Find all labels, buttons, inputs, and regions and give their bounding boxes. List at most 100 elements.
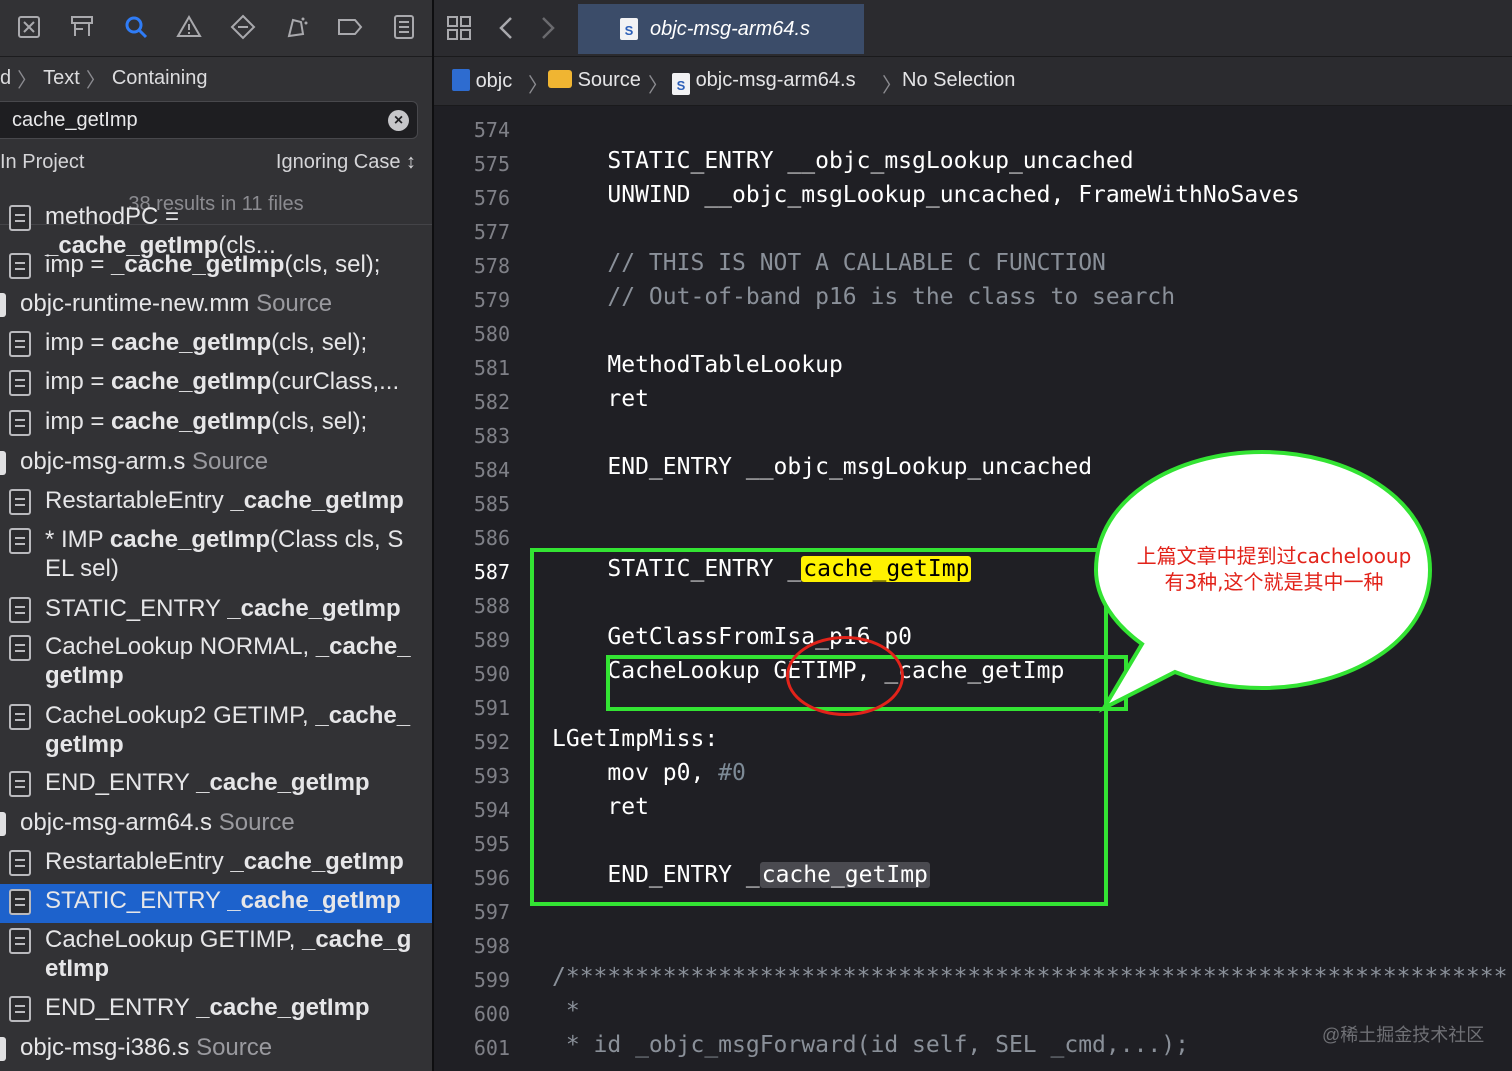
code-text: ret bbox=[552, 386, 649, 412]
file-name: objc-runtime-new.mm bbox=[20, 290, 250, 317]
result-line[interactable]: STATIC_ENTRY _cache_getImp bbox=[0, 592, 432, 630]
issues-icon[interactable] bbox=[174, 12, 204, 42]
code-line: // THIS IS NOT A CALLABLE C FUNCTION bbox=[552, 250, 1106, 276]
result-line-text: imp = cache_getImp(curClass,... bbox=[45, 367, 416, 396]
source-line-icon bbox=[9, 635, 31, 661]
result-line[interactable]: RestartableEntry _cache_getImp bbox=[0, 484, 432, 523]
report-icon[interactable] bbox=[389, 12, 419, 42]
hierarchy-icon[interactable] bbox=[67, 12, 97, 42]
result-prefix: CacheLookup2 GETIMP, bbox=[45, 702, 316, 729]
file-icon bbox=[0, 293, 6, 317]
search-query[interactable]: cache_getImp bbox=[12, 109, 138, 132]
line-number: 599 bbox=[473, 968, 510, 992]
result-continuation: etImp bbox=[45, 955, 110, 982]
result-line[interactable]: RestartableEntry _cache_getImp bbox=[0, 845, 432, 884]
result-line[interactable]: END_ENTRY _cache_getImp bbox=[0, 766, 432, 805]
result-line[interactable]: imp = cache_getImp(curClass,... bbox=[0, 365, 432, 404]
bubble-text: 上篇文章中提到过cachelooup 有3种,这个就是其中一种 bbox=[1124, 543, 1424, 595]
result-match: _cache_getImp bbox=[230, 487, 404, 514]
breakpoint-icon[interactable] bbox=[335, 12, 365, 42]
result-line[interactable]: CacheLookup2 GETIMP, _cache_ getImp bbox=[0, 699, 432, 767]
line-number: 581 bbox=[473, 356, 510, 380]
code-text: // THIS IS NOT A CALLABLE C FUNCTION bbox=[552, 250, 1106, 276]
find-navigator: d 〉 Text 〉 Containing cache_getImp × In … bbox=[0, 0, 432, 1071]
result-line[interactable]: imp = _cache_getImp(cls, sel); bbox=[0, 248, 432, 287]
find-path-segment[interactable]: d bbox=[0, 67, 11, 90]
result-prefix: RestartableEntry bbox=[45, 848, 231, 875]
jumpbar-project[interactable]: objc bbox=[452, 69, 512, 93]
back-arrow-icon[interactable] bbox=[492, 13, 522, 43]
result-prefix: CacheLookup NORMAL, bbox=[45, 633, 316, 660]
jumpbar-file[interactable]: S objc-msg-arm64.s bbox=[672, 69, 856, 95]
source-line-icon bbox=[9, 996, 31, 1022]
jump-bar: objc 〉 Source 〉 S objc-msg-arm64.s 〉 No … bbox=[434, 57, 1512, 106]
line-number: 592 bbox=[473, 730, 510, 754]
project-navigator-icon[interactable] bbox=[14, 12, 44, 42]
tests-icon[interactable] bbox=[228, 12, 258, 42]
result-prefix: imp = bbox=[45, 251, 112, 278]
line-number: 595 bbox=[473, 832, 510, 856]
result-line-text: CacheLookup2 GETIMP, _cache_ getImp bbox=[45, 701, 416, 759]
result-suffix: (cls, sel); bbox=[271, 329, 368, 356]
result-file[interactable]: objc-msg-i386.s Source bbox=[0, 1031, 432, 1070]
result-line[interactable]: CacheLookup GETIMP, _cache_g etImp bbox=[0, 923, 432, 991]
source-line-icon bbox=[9, 410, 31, 436]
forward-arrow-icon[interactable] bbox=[532, 13, 562, 43]
result-line[interactable]: END_ENTRY _cache_getImp bbox=[0, 991, 432, 1030]
find-path-segment[interactable]: Text bbox=[43, 67, 80, 90]
jumpbar-folder[interactable]: Source bbox=[548, 69, 641, 92]
line-number: 585 bbox=[473, 492, 510, 516]
result-prefix: END_ENTRY bbox=[45, 994, 197, 1021]
case-selector[interactable]: Ignoring Case ↕ bbox=[276, 151, 416, 174]
result-file[interactable]: objc-msg-arm.s Source bbox=[0, 445, 432, 484]
result-suffix: (cls, sel); bbox=[271, 408, 368, 435]
line-number: 580 bbox=[473, 322, 510, 346]
result-line-text: END_ENTRY _cache_getImp bbox=[45, 993, 416, 1022]
assembly-file-icon: S bbox=[620, 18, 638, 40]
result-line[interactable]: imp = cache_getImp(cls, sel); bbox=[0, 405, 432, 444]
result-match: _cache_getImp bbox=[196, 994, 370, 1021]
line-number: 601 bbox=[473, 1036, 510, 1060]
source-line-icon bbox=[9, 771, 31, 797]
related-items-icon[interactable] bbox=[444, 13, 474, 43]
jumpbar-selection[interactable]: No Selection bbox=[902, 69, 1015, 92]
result-prefix: RestartableEntry bbox=[45, 487, 231, 514]
source-line-icon bbox=[9, 704, 31, 730]
code-line: STATIC_ENTRY __objc_msgLookup_uncached bbox=[552, 148, 1133, 174]
jumpbar-label: objc bbox=[475, 70, 513, 92]
source-line-icon bbox=[9, 489, 31, 515]
result-line[interactable]: STATIC_ENTRY _cache_getImp bbox=[0, 884, 432, 923]
debug-icon[interactable] bbox=[281, 12, 311, 42]
find-mode-path[interactable]: d 〉 Text 〉 Containing bbox=[0, 57, 432, 99]
result-match: _cache_ bbox=[315, 633, 411, 660]
result-line-text: * IMP cache_getImp(Class cls, S EL sel) bbox=[45, 525, 416, 583]
result-line[interactable]: imp = cache_getImp(cls, sel); bbox=[0, 326, 432, 365]
line-number: 584 bbox=[473, 458, 510, 482]
result-line-text: RestartableEntry _cache_getImp bbox=[45, 486, 416, 515]
file-icon bbox=[0, 1037, 6, 1061]
result-line[interactable]: CacheLookup NORMAL, _cache_ getImp bbox=[0, 630, 432, 698]
find-icon[interactable] bbox=[121, 12, 151, 42]
source-line-icon bbox=[9, 528, 31, 554]
project-icon bbox=[452, 69, 470, 91]
result-prefix: * IMP bbox=[45, 526, 110, 553]
result-line[interactable]: methodPC = _cache_getImp(cls... bbox=[0, 200, 432, 259]
result-prefix: CacheLookup GETIMP, bbox=[45, 926, 303, 953]
clear-search-icon[interactable]: × bbox=[388, 110, 409, 131]
result-line[interactable]: * IMP cache_getImp(Class cls, S EL sel) bbox=[0, 523, 432, 591]
file-name: objc-msg-arm64.s bbox=[20, 809, 213, 836]
result-file[interactable]: objc-msg-arm64.s Source bbox=[0, 806, 432, 845]
source-line-icon bbox=[9, 253, 31, 279]
scope-selector[interactable]: In Project bbox=[0, 151, 84, 174]
line-number: 583 bbox=[473, 424, 510, 448]
find-path-segment[interactable]: Containing bbox=[112, 67, 208, 90]
search-input[interactable]: cache_getImp × bbox=[0, 101, 418, 139]
line-number: 586 bbox=[473, 526, 510, 550]
editor-tabbar: S objc-msg-arm64.s bbox=[434, 0, 1512, 57]
result-file[interactable]: objc-runtime-new.mm Source bbox=[0, 287, 432, 326]
jumpbar-label: Source bbox=[577, 69, 641, 91]
line-number: 579 bbox=[473, 288, 510, 312]
highlight-box bbox=[530, 548, 1108, 906]
tab-objc-msg-arm64[interactable]: S objc-msg-arm64.s bbox=[578, 4, 864, 54]
chevron-right-icon: 〉 bbox=[528, 75, 548, 97]
